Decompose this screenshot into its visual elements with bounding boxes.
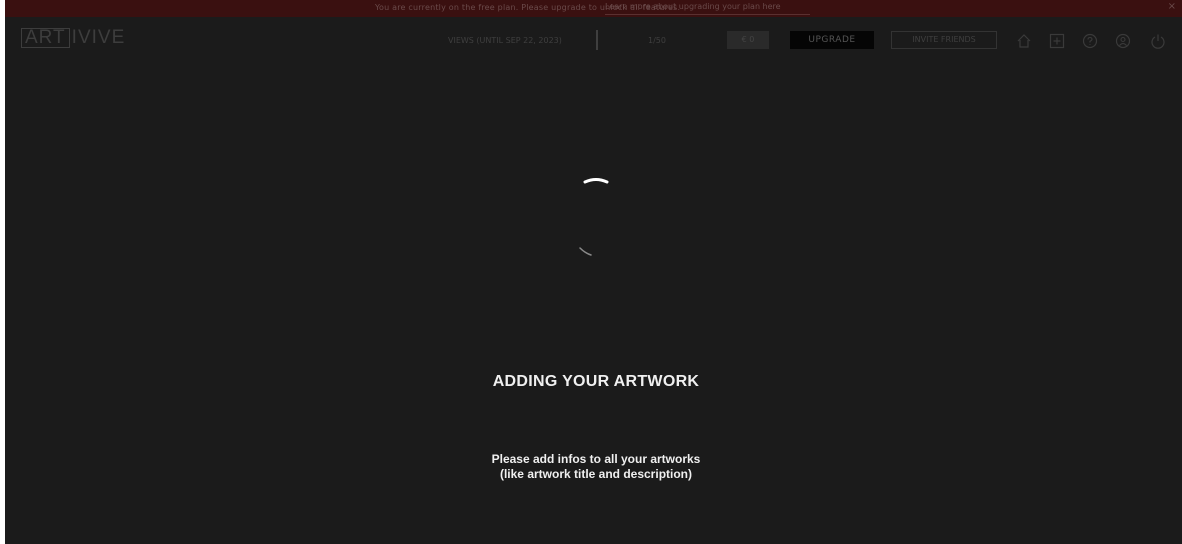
upgrade-button[interactable]: UPGRADE	[790, 31, 874, 49]
logo-boxed-text: ART	[21, 28, 70, 48]
page-title: ADDING YOUR ARTWORK	[492, 373, 700, 390]
add-icon[interactable]	[1048, 32, 1066, 50]
banner-link[interactable]: Learn more about upgrading your plan her…	[605, 2, 810, 15]
views-label: VIEWS (UNTIL SEP 22, 2023)	[448, 36, 562, 45]
loading-spinner	[561, 165, 631, 265]
subtitle-line-2: (like artwork title and description)	[499, 467, 693, 481]
power-icon[interactable]	[1149, 32, 1167, 50]
logo[interactable]: ART IVIVE	[21, 28, 125, 48]
page-subtitle: Please add infos to all your artworks (l…	[5, 452, 1182, 482]
top-banner: You are currently on the free plan. Plea…	[5, 0, 1182, 17]
home-icon[interactable]	[1015, 32, 1033, 50]
help-icon[interactable]	[1081, 32, 1099, 50]
banner-close-icon[interactable]: ×	[1168, 1, 1176, 12]
views-count: 1/50	[648, 36, 666, 45]
subtitle-line-1: Please add infos to all your artworks	[491, 452, 701, 466]
credit-badge: € 0	[727, 31, 769, 49]
header: ART IVIVE VIEWS (UNTIL SEP 22, 2023) 1/5…	[5, 17, 1182, 69]
divider	[596, 30, 598, 50]
app-window: You are currently on the free plan. Plea…	[5, 0, 1182, 544]
account-icon[interactable]	[1114, 32, 1132, 50]
invite-friends-button[interactable]: INVITE FRIENDS	[891, 31, 997, 49]
logo-text: IVIVE	[71, 27, 126, 48]
